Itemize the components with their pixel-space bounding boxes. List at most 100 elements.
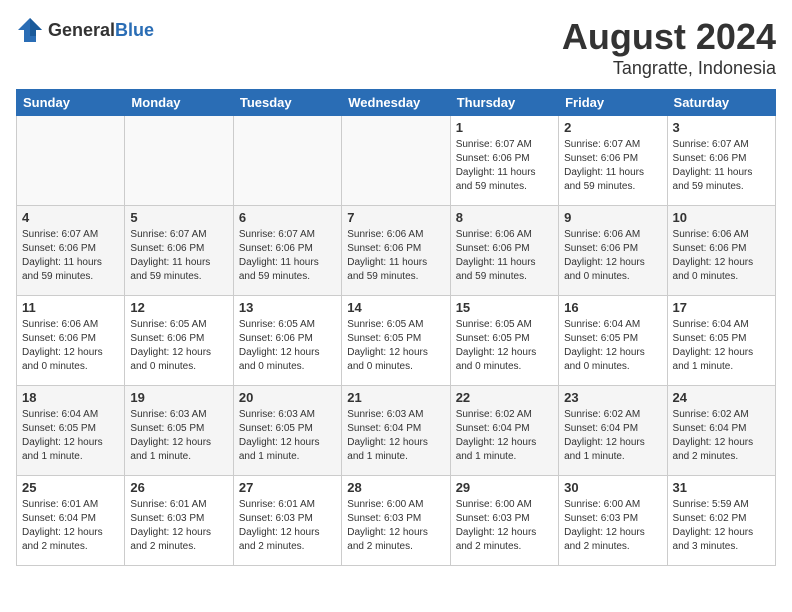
- day-info: Sunrise: 6:04 AM Sunset: 6:05 PM Dayligh…: [564, 318, 661, 374]
- calendar-day-cell: 6Sunrise: 6:07 AM Sunset: 6:06 PM Daylig…: [233, 206, 341, 296]
- calendar-day-cell: [342, 116, 450, 206]
- calendar-day-cell: 22 Sunrise: 6:02 AM Sunset: 6:04 PM Dayli…: [450, 386, 558, 476]
- calendar-day-cell: 1 Sunrise: 6:07 AM Sunset: 6:06 PM Daylig…: [450, 116, 558, 206]
- day-number: 15: [456, 300, 553, 315]
- logo-icon: [16, 16, 44, 44]
- day-info: Sunrise: 6:07 AM Sunset: 6:06 PM Dayligh…: [673, 138, 770, 194]
- calendar-day-cell: 30 Sunrise: 6:00 AM Sunset: 6:03 PM Dayli…: [559, 476, 667, 566]
- day-number: 23: [564, 390, 661, 405]
- calendar-week-row: 18 Sunrise: 6:04 AM Sunset: 6:05 PM Dayli…: [17, 386, 776, 476]
- day-info: Sunrise: 6:07 AM Sunset: 6:06 PM Dayligh…: [239, 228, 336, 284]
- day-info: Sunrise: 6:00 AM Sunset: 6:03 PM Dayligh…: [564, 498, 661, 554]
- calendar-day-cell: 17Sunrise: 6:04 AM Sunset: 6:05 PM Dayli…: [667, 296, 775, 386]
- day-info: Sunrise: 6:03 AM Sunset: 6:04 PM Dayligh…: [347, 408, 444, 464]
- calendar-day-cell: 7 Sunrise: 6:06 AM Sunset: 6:06 PM Daylig…: [342, 206, 450, 296]
- weekday-header-sunday: Sunday: [17, 90, 125, 116]
- day-number: 7: [347, 210, 444, 225]
- day-number: 2: [564, 120, 661, 135]
- calendar-day-cell: 24Sunrise: 6:02 AM Sunset: 6:04 PM Dayli…: [667, 386, 775, 476]
- day-info: Sunrise: 6:06 AM Sunset: 6:06 PM Dayligh…: [347, 228, 444, 284]
- day-info: Sunrise: 6:05 AM Sunset: 6:05 PM Dayligh…: [456, 318, 553, 374]
- day-number: 27: [239, 480, 336, 495]
- calendar-table: SundayMondayTuesdayWednesdayThursdayFrid…: [16, 89, 776, 566]
- calendar-day-cell: 15 Sunrise: 6:05 AM Sunset: 6:05 PM Dayli…: [450, 296, 558, 386]
- day-info: Sunrise: 6:04 AM Sunset: 6:05 PM Dayligh…: [22, 408, 119, 464]
- day-number: 26: [130, 480, 227, 495]
- day-info: Sunrise: 6:06 AM Sunset: 6:06 PM Dayligh…: [456, 228, 553, 284]
- calendar-day-cell: 10Sunrise: 6:06 AM Sunset: 6:06 PM Dayli…: [667, 206, 775, 296]
- calendar-day-cell: 25 Sunrise: 6:01 AM Sunset: 6:04 PM Dayli…: [17, 476, 125, 566]
- day-info: Sunrise: 6:01 AM Sunset: 6:03 PM Dayligh…: [239, 498, 336, 554]
- day-info: Sunrise: 6:02 AM Sunset: 6:04 PM Dayligh…: [673, 408, 770, 464]
- day-info: Sunrise: 6:07 AM Sunset: 6:06 PM Dayligh…: [130, 228, 227, 284]
- day-info: Sunrise: 6:00 AM Sunset: 6:03 PM Dayligh…: [456, 498, 553, 554]
- day-number: 4: [22, 210, 119, 225]
- calendar-title: August 2024: [562, 16, 776, 58]
- calendar-week-row: 4 Sunrise: 6:07 AM Sunset: 6:06 PM Daylig…: [17, 206, 776, 296]
- day-number: 28: [347, 480, 444, 495]
- weekday-header-tuesday: Tuesday: [233, 90, 341, 116]
- calendar-day-cell: 23Sunrise: 6:02 AM Sunset: 6:04 PM Dayli…: [559, 386, 667, 476]
- calendar-day-cell: 16 Sunrise: 6:04 AM Sunset: 6:05 PM Dayli…: [559, 296, 667, 386]
- calendar-day-cell: 4 Sunrise: 6:07 AM Sunset: 6:06 PM Daylig…: [17, 206, 125, 296]
- calendar-day-cell: 18 Sunrise: 6:04 AM Sunset: 6:05 PM Dayli…: [17, 386, 125, 476]
- day-number: 22: [456, 390, 553, 405]
- calendar-day-cell: 29 Sunrise: 6:00 AM Sunset: 6:03 PM Dayli…: [450, 476, 558, 566]
- weekday-header-friday: Friday: [559, 90, 667, 116]
- day-info: Sunrise: 6:05 AM Sunset: 6:06 PM Dayligh…: [130, 318, 227, 374]
- calendar-day-cell: 31Sunrise: 5:59 AM Sunset: 6:02 PM Dayli…: [667, 476, 775, 566]
- day-info: Sunrise: 6:07 AM Sunset: 6:06 PM Dayligh…: [22, 228, 119, 284]
- calendar-day-cell: 13 Sunrise: 6:05 AM Sunset: 6:06 PM Dayli…: [233, 296, 341, 386]
- calendar-week-row: 11Sunrise: 6:06 AM Sunset: 6:06 PM Dayli…: [17, 296, 776, 386]
- day-number: 14: [347, 300, 444, 315]
- day-info: Sunrise: 6:03 AM Sunset: 6:05 PM Dayligh…: [130, 408, 227, 464]
- calendar-day-cell: 27 Sunrise: 6:01 AM Sunset: 6:03 PM Dayli…: [233, 476, 341, 566]
- calendar-day-cell: 11Sunrise: 6:06 AM Sunset: 6:06 PM Dayli…: [17, 296, 125, 386]
- calendar-day-cell: 9Sunrise: 6:06 AM Sunset: 6:06 PM Daylig…: [559, 206, 667, 296]
- day-number: 21: [347, 390, 444, 405]
- calendar-day-cell: 28 Sunrise: 6:00 AM Sunset: 6:03 PM Dayli…: [342, 476, 450, 566]
- day-number: 19: [130, 390, 227, 405]
- day-info: Sunrise: 6:01 AM Sunset: 6:04 PM Dayligh…: [22, 498, 119, 554]
- calendar-day-cell: 20 Sunrise: 6:03 AM Sunset: 6:05 PM Dayli…: [233, 386, 341, 476]
- day-info: Sunrise: 6:07 AM Sunset: 6:06 PM Dayligh…: [456, 138, 553, 194]
- calendar-day-cell: 2 Sunrise: 6:07 AM Sunset: 6:06 PM Daylig…: [559, 116, 667, 206]
- day-number: 20: [239, 390, 336, 405]
- day-number: 30: [564, 480, 661, 495]
- day-number: 3: [673, 120, 770, 135]
- logo: GeneralBlue: [16, 16, 154, 44]
- calendar-day-cell: 21 Sunrise: 6:03 AM Sunset: 6:04 PM Dayli…: [342, 386, 450, 476]
- day-number: 5: [130, 210, 227, 225]
- day-info: Sunrise: 6:03 AM Sunset: 6:05 PM Dayligh…: [239, 408, 336, 464]
- day-info: Sunrise: 6:06 AM Sunset: 6:06 PM Dayligh…: [564, 228, 661, 284]
- day-info: Sunrise: 6:07 AM Sunset: 6:06 PM Dayligh…: [564, 138, 661, 194]
- weekday-header-thursday: Thursday: [450, 90, 558, 116]
- day-info: Sunrise: 6:02 AM Sunset: 6:04 PM Dayligh…: [456, 408, 553, 464]
- calendar-day-cell: 3 Sunrise: 6:07 AM Sunset: 6:06 PM Daylig…: [667, 116, 775, 206]
- calendar-day-cell: [233, 116, 341, 206]
- calendar-day-cell: 8 Sunrise: 6:06 AM Sunset: 6:06 PM Daylig…: [450, 206, 558, 296]
- day-number: 16: [564, 300, 661, 315]
- day-number: 25: [22, 480, 119, 495]
- day-number: 1: [456, 120, 553, 135]
- day-info: Sunrise: 6:05 AM Sunset: 6:06 PM Dayligh…: [239, 318, 336, 374]
- calendar-day-cell: 26 Sunrise: 6:01 AM Sunset: 6:03 PM Dayli…: [125, 476, 233, 566]
- day-number: 8: [456, 210, 553, 225]
- weekday-header-row: SundayMondayTuesdayWednesdayThursdayFrid…: [17, 90, 776, 116]
- day-info: Sunrise: 5:59 AM Sunset: 6:02 PM Dayligh…: [673, 498, 770, 554]
- day-info: Sunrise: 6:00 AM Sunset: 6:03 PM Dayligh…: [347, 498, 444, 554]
- day-info: Sunrise: 6:04 AM Sunset: 6:05 PM Dayligh…: [673, 318, 770, 374]
- page-header: GeneralBlue August 2024 Tangratte, Indon…: [16, 16, 776, 79]
- logo-text-general: General: [48, 20, 115, 40]
- day-number: 18: [22, 390, 119, 405]
- day-info: Sunrise: 6:06 AM Sunset: 6:06 PM Dayligh…: [673, 228, 770, 284]
- day-number: 11: [22, 300, 119, 315]
- calendar-week-row: 1 Sunrise: 6:07 AM Sunset: 6:06 PM Daylig…: [17, 116, 776, 206]
- day-info: Sunrise: 6:01 AM Sunset: 6:03 PM Dayligh…: [130, 498, 227, 554]
- weekday-header-wednesday: Wednesday: [342, 90, 450, 116]
- calendar-day-cell: 14Sunrise: 6:05 AM Sunset: 6:05 PM Dayli…: [342, 296, 450, 386]
- calendar-day-cell: 19 Sunrise: 6:03 AM Sunset: 6:05 PM Dayli…: [125, 386, 233, 476]
- day-number: 29: [456, 480, 553, 495]
- weekday-header-monday: Monday: [125, 90, 233, 116]
- day-number: 13: [239, 300, 336, 315]
